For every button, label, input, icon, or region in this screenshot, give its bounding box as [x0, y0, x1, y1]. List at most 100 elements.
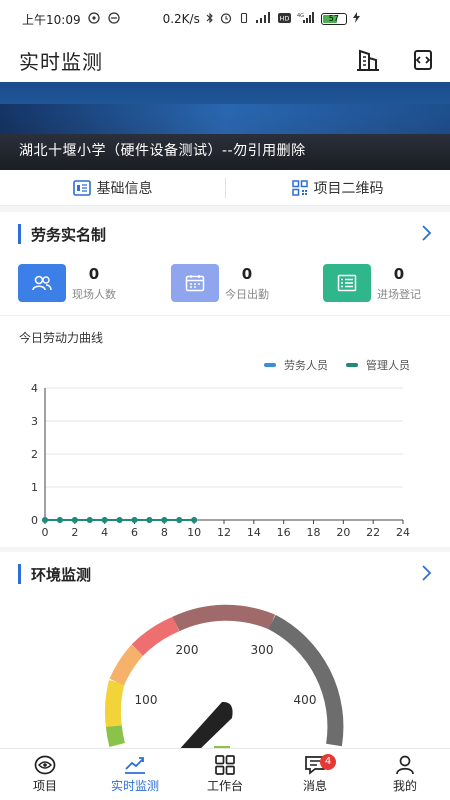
- x-tick-label: 2: [71, 526, 78, 539]
- signal-4g-icon: 4G: [297, 12, 315, 26]
- qr-code-icon: [291, 179, 308, 196]
- x-tick-label: 16: [277, 526, 291, 539]
- labor-header[interactable]: 劳务实名制: [0, 212, 450, 256]
- grid-icon: [215, 755, 235, 775]
- project-icon: [34, 755, 56, 775]
- stat-registration[interactable]: 0 进场登记: [323, 264, 421, 302]
- x-tick-label: 20: [336, 526, 350, 539]
- vibrate-icon: [238, 12, 250, 27]
- x-tick-label: 12: [217, 526, 231, 539]
- chart-legend: 劳务人员 管理人员: [264, 357, 410, 373]
- data-point: [42, 517, 48, 523]
- tab-workbench[interactable]: 工作台: [180, 749, 270, 800]
- stat-onsite[interactable]: 0 现场人数: [18, 264, 116, 302]
- svg-text:4G: 4G: [297, 13, 304, 19]
- gauge-label: 200: [176, 643, 199, 657]
- section-marker: [18, 224, 21, 244]
- data-point: [191, 517, 198, 523]
- data-point: [161, 517, 168, 523]
- x-tick-label: 24: [396, 526, 410, 539]
- tab-realtime[interactable]: 实时监测: [90, 749, 180, 800]
- x-tick-label: 0: [42, 526, 49, 539]
- legend-label: 劳务人员: [284, 359, 328, 372]
- gauge-label: 100: [135, 693, 158, 707]
- trend-icon: [125, 757, 145, 774]
- user-icon: [396, 755, 414, 775]
- stat-attendance-label: 今日出勤: [225, 287, 269, 301]
- status-bar: 上午10:09 0.2K/s HD 4G 57: [0, 0, 450, 38]
- bottom-tab-bar: 项目 实时监测 工作台 4 消息 我的: [0, 748, 450, 800]
- info-bar: 基础信息 项目二维码: [0, 170, 450, 206]
- data-point: [116, 517, 123, 523]
- svg-text:HD: HD: [279, 14, 289, 22]
- y-tick-label: 3: [31, 415, 38, 428]
- qr-code-button[interactable]: 项目二维码: [225, 178, 450, 198]
- building-button[interactable]: [354, 46, 382, 74]
- legend-item-labor[interactable]: 劳务人员: [264, 357, 328, 373]
- stat-attendance-value: 0: [241, 264, 253, 283]
- x-tick-label: 8: [161, 526, 168, 539]
- gauge-arc-green: [105, 725, 125, 748]
- scan-icon: [414, 50, 432, 70]
- environment-header[interactable]: 环境监测: [0, 552, 450, 596]
- signal-icon: [255, 12, 272, 26]
- tab-label: 我的: [392, 779, 417, 793]
- y-tick-label: 2: [31, 448, 38, 461]
- building-icon: [357, 49, 379, 71]
- qr-code-label: 项目二维码: [313, 180, 384, 197]
- x-tick-label: 14: [247, 526, 261, 539]
- people-icon: [18, 264, 66, 302]
- chart-title: 今日劳动力曲线: [19, 331, 104, 345]
- data-point: [131, 517, 138, 523]
- tab-project[interactable]: 项目: [0, 749, 90, 800]
- x-tick-label: 6: [131, 526, 138, 539]
- scan-button[interactable]: [409, 46, 437, 74]
- hd-icon: HD: [277, 12, 291, 26]
- tab-label: 实时监测: [110, 779, 159, 793]
- x-tick-label: 10: [187, 526, 201, 539]
- tab-label: 项目: [32, 779, 57, 793]
- x-tick-label: 4: [101, 526, 108, 539]
- y-tick-label: 1: [31, 481, 38, 494]
- tab-mine[interactable]: 我的: [360, 749, 450, 800]
- notification-icon-2: [107, 11, 121, 27]
- y-tick-label: 0: [31, 514, 38, 527]
- x-tick-label: 18: [307, 526, 321, 539]
- info-card-icon: [72, 179, 91, 196]
- data-point: [71, 517, 78, 523]
- notification-icon: [87, 11, 101, 27]
- chevron-right-icon[interactable]: [420, 564, 432, 586]
- stat-attendance[interactable]: 0 今日出勤: [171, 264, 269, 302]
- project-banner[interactable]: 湖北十堰小学（硬件设备测试）--勿引用删除: [0, 82, 450, 170]
- environment-gauge: 100 200 300 400: [105, 604, 344, 752]
- status-time: 上午10:09: [22, 12, 81, 27]
- legend-swatch: [346, 363, 358, 367]
- data-point: [86, 517, 93, 523]
- banner-caption: 湖北十堰小学（硬件设备测试）--勿引用删除: [19, 143, 306, 159]
- stat-onsite-value: 0: [88, 264, 100, 283]
- labor-card: 劳务实名制 0 现场人数 0 今日出勤 0 进场登记 今日劳动力曲线 劳务人员 …: [0, 212, 450, 547]
- labor-stats: 0 现场人数 0 今日出勤 0 进场登记: [0, 256, 450, 316]
- gauge-label: 400: [294, 693, 317, 707]
- labor-line-chart: 012340 2 4 6 8 10 12 14 16 18 20 22 24: [31, 382, 410, 539]
- tab-label: 消息: [302, 779, 327, 793]
- legend-item-management[interactable]: 管理人员: [346, 357, 410, 373]
- gauge-arc-orange: [109, 644, 144, 686]
- basic-info-button[interactable]: 基础信息: [0, 178, 225, 198]
- banner-photo: [0, 104, 450, 134]
- legend-swatch: [264, 363, 276, 367]
- calendar-icon: [171, 264, 219, 302]
- legend-label: 管理人员: [366, 359, 410, 372]
- battery-icon: 57: [320, 13, 347, 25]
- gauge-needle: [177, 701, 233, 752]
- basic-info-label: 基础信息: [96, 180, 153, 197]
- data-point: [56, 517, 63, 523]
- y-tick-label: 4: [31, 382, 38, 395]
- chevron-right-icon[interactable]: [420, 224, 432, 246]
- stat-registration-label: 进场登记: [377, 287, 421, 301]
- stat-onsite-label: 现场人数: [72, 287, 116, 301]
- tab-messages[interactable]: 4 消息: [270, 749, 360, 800]
- charging-icon: [352, 12, 360, 26]
- data-point: [101, 517, 108, 523]
- section-marker: [18, 564, 21, 584]
